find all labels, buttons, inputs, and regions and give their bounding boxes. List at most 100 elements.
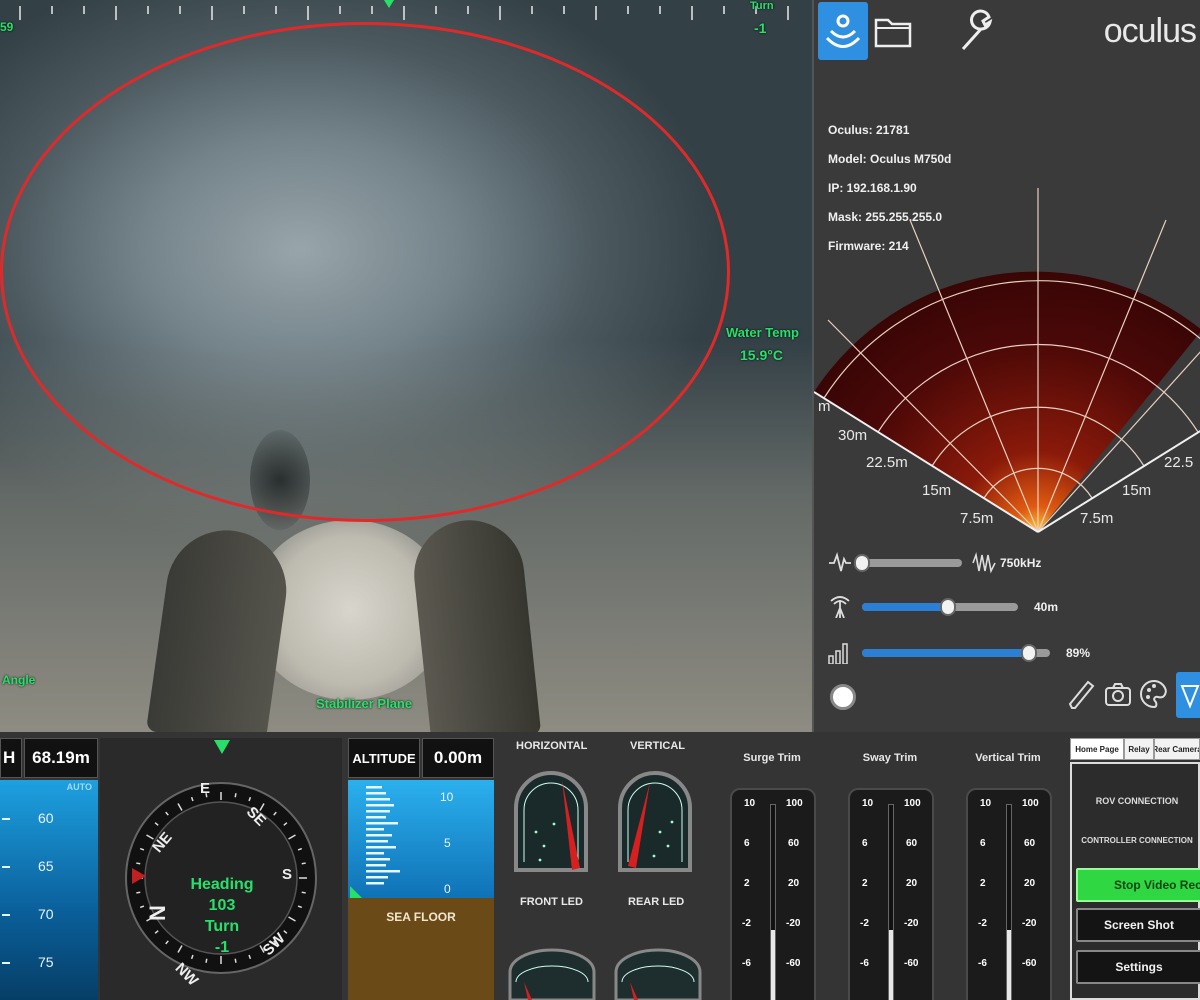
trim-tick-label: -20 — [786, 918, 801, 929]
trim-tick-label: -20 — [1022, 918, 1037, 929]
vertical-trim-scale[interactable]: 10 6 2 -2 -6 100 60 20 -20 -60 — [966, 788, 1052, 1000]
range-knob[interactable] — [939, 598, 956, 616]
depth-scale-60: 60 — [38, 810, 54, 826]
altitude-bar — [366, 834, 392, 837]
depth-label: H — [0, 738, 22, 778]
trim-tick-label: 2 — [744, 878, 750, 889]
front-led-gauge — [508, 948, 596, 1000]
rov-control-screen: 59 Turn -1 Water Temp 15.9°C Angle Stabi… — [0, 0, 1200, 1000]
sonar-panel: oculus Oculus: 21781 Model: Oculus M750d… — [812, 0, 1200, 732]
pencil-icon[interactable] — [1066, 678, 1096, 712]
stop-video-recording-button[interactable]: Stop Video Recording — [1076, 868, 1200, 902]
surge-trim-bar — [770, 804, 776, 1000]
trim-tick-label: 10 — [744, 798, 756, 809]
trim-tick-label: -6 — [742, 958, 751, 969]
trim-tick-label: 20 — [906, 878, 918, 889]
camera-feed: 59 Turn -1 Water Temp 15.9°C Angle Stabi… — [0, 0, 812, 732]
side-control-panel: Home Page Relay Rear Camera ROV CONNECTI… — [1068, 738, 1200, 1000]
folder-icon — [874, 18, 912, 48]
gain-knob[interactable] — [1021, 644, 1038, 662]
gain-bars-icon — [828, 643, 848, 664]
range-label-edge: m — [818, 398, 831, 415]
trim-tick-label: 2 — [862, 878, 868, 889]
trim-tick-label: 60 — [788, 838, 800, 849]
altitude-bar — [366, 840, 388, 843]
wrench-icon — [961, 9, 993, 51]
heading-value: 103 — [208, 897, 236, 914]
record-toggle-button[interactable] — [830, 684, 856, 710]
compass-tick — [136, 862, 141, 865]
altitude-bar — [366, 858, 390, 861]
tab-relay[interactable]: Relay — [1124, 738, 1154, 760]
compass-tick — [234, 958, 237, 963]
surge-trim-title: Surge Trim — [743, 752, 801, 764]
heading-tick-ruler — [19, 6, 789, 20]
compass-tick — [301, 862, 306, 865]
compass-turn-value: -1 — [214, 939, 230, 956]
sonar-wave-icon — [826, 14, 860, 48]
compass-widget: E SE S SW NW N NE Heading 103 Turn -1 — [100, 738, 342, 1000]
frequency-knob[interactable] — [854, 554, 870, 572]
trim-tick-label: 20 — [1024, 878, 1036, 889]
altitude-scale-5: 5 — [444, 836, 451, 850]
sway-trim-scale[interactable]: 10 6 2 -2 -6 100 60 20 -20 -60 — [848, 788, 934, 1000]
palette-icon[interactable] — [1140, 678, 1168, 710]
vertical-gauge — [618, 771, 692, 872]
trim-tick-label: 6 — [744, 838, 750, 849]
folder-button[interactable] — [868, 2, 918, 60]
rov-connection-status: ROV CONNECTION — [1095, 796, 1179, 806]
sonar-view-button[interactable] — [818, 2, 868, 60]
vertical-trim-fill — [1007, 930, 1011, 1000]
gain-track[interactable] — [862, 644, 1050, 662]
range-slider-row: 40m — [828, 592, 1198, 622]
altitude-bar — [366, 810, 390, 813]
gain-fill — [862, 649, 1030, 657]
depth-scale-65: 65 — [38, 858, 54, 874]
altitude-bar — [366, 792, 386, 795]
trim-tick-label: 6 — [980, 838, 986, 849]
trim-tick-label: -6 — [978, 958, 987, 969]
bottom-dashboard: H 68.19m AUTO 60 65 70 75 E SE S SW NW N… — [0, 732, 1200, 1000]
range-label-15m-right: 15m — [1122, 482, 1152, 499]
range-label-22-5m-right: 22.5 — [1164, 454, 1194, 471]
frequency-track[interactable] — [854, 554, 962, 572]
turn-label: Turn — [750, 0, 774, 12]
low-frequency-icon — [829, 552, 851, 572]
altitude-bar — [366, 864, 386, 867]
altitude-scale-10: 10 — [440, 790, 454, 804]
trim-tick-label: 2 — [980, 878, 986, 889]
tab-rear-camera[interactable]: Rear Camera — [1154, 738, 1200, 760]
frequency-value: 750kHz — [1000, 556, 1042, 570]
screenshot-button[interactable]: Screen Shot — [1076, 908, 1200, 942]
camera-snapshot-icon[interactable] — [1104, 680, 1132, 708]
range-track[interactable] — [862, 598, 1018, 616]
trim-tick-label: 60 — [906, 838, 918, 849]
depth-tick — [2, 962, 10, 964]
settings-button[interactable]: Settings — [1076, 950, 1200, 984]
display-mode-button[interactable] — [1176, 672, 1200, 718]
range-label-22-5m-left: 22.5m — [866, 454, 908, 471]
altitude-bar — [366, 876, 388, 879]
rear-led-gauge — [614, 948, 702, 1000]
range-fill — [862, 603, 948, 611]
compass-dir-e: E — [200, 780, 211, 797]
device-model: Model: Oculus M750d — [828, 152, 952, 166]
altitude-bar — [366, 846, 396, 849]
settings-wrench-button[interactable] — [952, 2, 1002, 60]
tab-home-page[interactable]: Home Page — [1070, 738, 1124, 760]
horizontal-gauge — [514, 771, 588, 872]
highlight-ellipse — [0, 22, 730, 522]
surge-trim-fill — [771, 930, 775, 1000]
altitude-bar — [366, 882, 384, 885]
trim-tick-label: 10 — [862, 798, 874, 809]
gain-value: 89% — [1066, 646, 1091, 660]
altitude-scale-0: 0 — [444, 882, 451, 896]
trim-tick-label: 20 — [788, 878, 800, 889]
altitude-bar — [366, 798, 390, 801]
surge-trim-scale[interactable]: 10 6 2 -2 -6 100 60 20 -20 -60 — [730, 788, 816, 1000]
altitude-bars — [366, 786, 400, 885]
depth-auto-label: AUTO — [66, 782, 92, 792]
sway-trim-bar — [888, 804, 894, 1000]
depth-tick — [2, 914, 10, 916]
device-serial: Oculus: 21781 — [828, 123, 910, 137]
